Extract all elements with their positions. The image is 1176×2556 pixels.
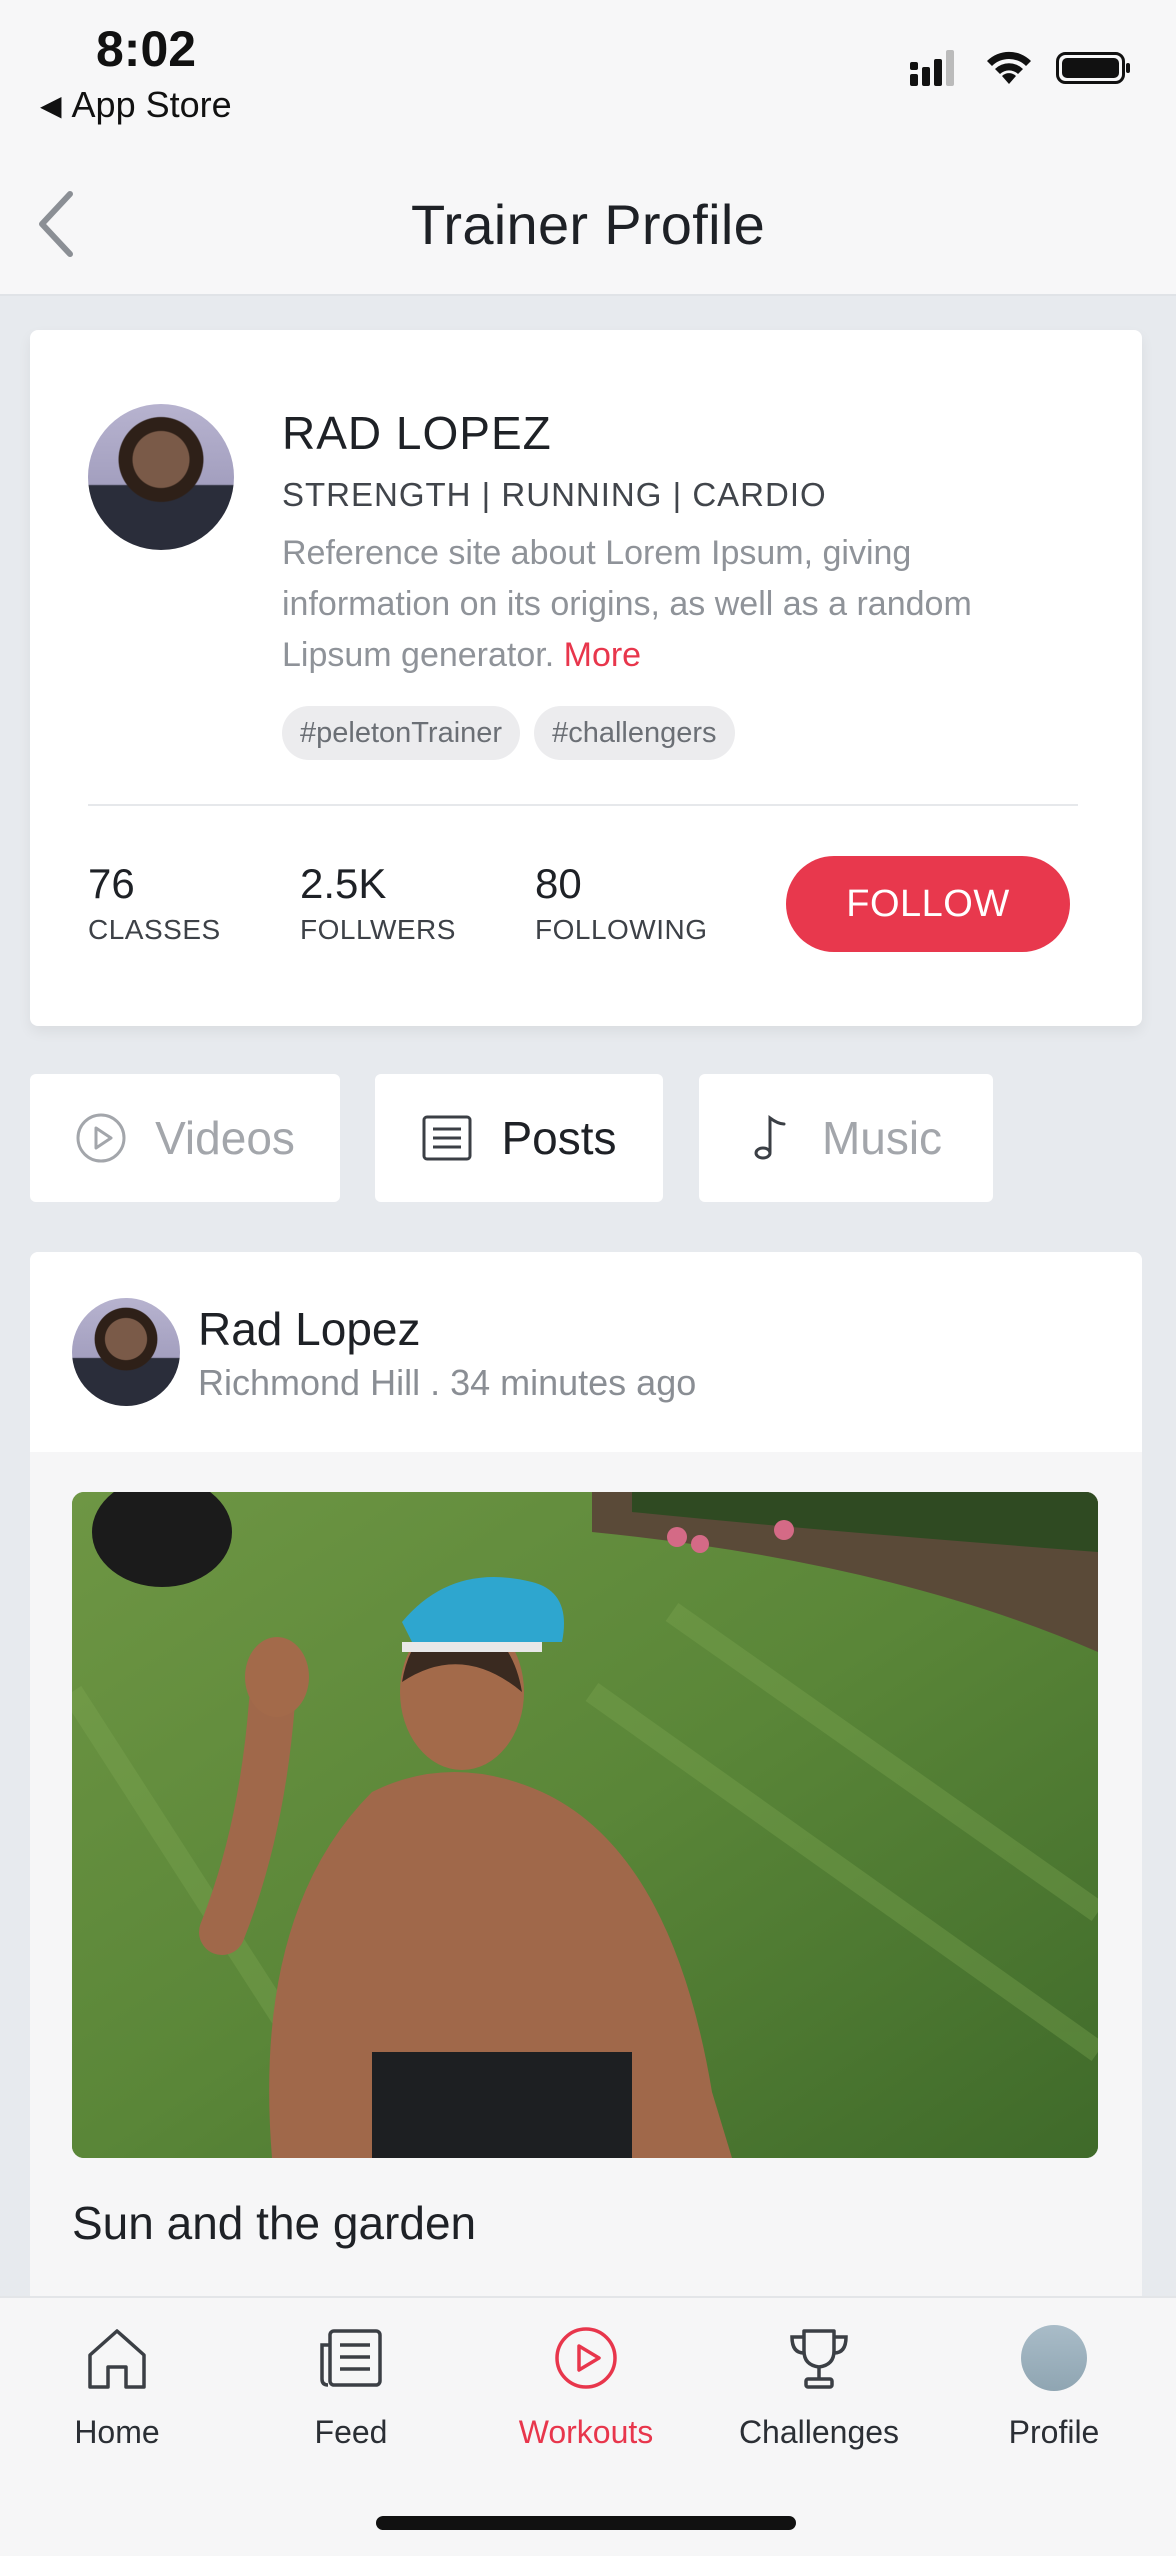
battery-icon bbox=[1056, 52, 1130, 84]
tab-label: Videos bbox=[155, 1112, 295, 1164]
trainer-disciplines: STRENGTH | RUNNING | CARDIO bbox=[282, 476, 827, 513]
stat-label: FOLLWERS bbox=[300, 914, 456, 945]
feed-icon bbox=[320, 2329, 382, 2387]
follow-button[interactable]: FOLLOW bbox=[786, 856, 1070, 952]
trainer-profile-card: RAD LOPEZ STRENGTH | RUNNING | CARDIO Re… bbox=[30, 330, 1142, 1026]
status-bar: 8:02 ◀ App Store bbox=[0, 0, 1176, 150]
trainer-name: RAD LOPEZ bbox=[282, 407, 552, 459]
wifi-icon bbox=[987, 51, 1031, 84]
trainer-bio: Reference site about Lorem Ipsum, giving… bbox=[282, 528, 1082, 681]
divider bbox=[88, 804, 1078, 806]
tab-posts[interactable]: Posts bbox=[375, 1074, 663, 1202]
tab-label: Posts bbox=[501, 1112, 617, 1164]
post-meta: Richmond Hill . 34 minutes ago bbox=[198, 1362, 697, 1403]
nav-home[interactable]: Home bbox=[17, 2318, 217, 2451]
post-header: Rad Lopez Richmond Hill . 34 minutes ago bbox=[30, 1252, 1142, 1452]
nav-label: Feed bbox=[314, 2414, 388, 2450]
post-photo bbox=[72, 1492, 1098, 2158]
nav-profile[interactable]: Profile bbox=[954, 2318, 1154, 2451]
nav-label: Workouts bbox=[518, 2414, 654, 2450]
stat-label: FOLLOWING bbox=[535, 914, 708, 945]
nav-workouts[interactable]: Workouts bbox=[486, 2318, 686, 2451]
post-author[interactable]: Rad Lopez bbox=[198, 1302, 421, 1356]
page-title: Trainer Profile bbox=[410, 193, 766, 256]
nav-challenges[interactable]: Challenges bbox=[719, 2318, 919, 2451]
trainer-avatar bbox=[88, 404, 234, 550]
home-icon bbox=[88, 2329, 146, 2389]
cellular-signal-icon bbox=[910, 50, 954, 86]
hashtag-list: #peletonTrainer #challengers bbox=[282, 706, 735, 760]
trophy-icon bbox=[790, 2329, 848, 2389]
stat-value: 80 bbox=[535, 860, 582, 907]
hashtag-chip[interactable]: #challengers bbox=[534, 706, 735, 760]
nav-label: Profile bbox=[1008, 2414, 1100, 2450]
play-circle-icon bbox=[555, 2327, 617, 2389]
tab-music[interactable]: Music bbox=[699, 1074, 993, 1202]
nav-label: Challenges bbox=[738, 2414, 900, 2450]
stat-following[interactable]: 80 FOLLOWING bbox=[535, 860, 708, 946]
document-icon bbox=[422, 1115, 472, 1161]
post-title: Sun and the garden bbox=[72, 2197, 477, 2249]
avatar-icon bbox=[1021, 2325, 1087, 2391]
post-author-avatar[interactable] bbox=[72, 1298, 180, 1406]
stat-followers[interactable]: 2.5K FOLLWERS bbox=[300, 860, 456, 946]
back-triangle-icon: ◀ bbox=[40, 89, 62, 121]
stat-value: 76 bbox=[88, 860, 135, 907]
status-icons bbox=[910, 50, 1132, 86]
stat-value: 2.5K bbox=[300, 860, 387, 907]
music-note-icon bbox=[754, 1115, 786, 1160]
post-image[interactable] bbox=[72, 1492, 1098, 2158]
hashtag-chip[interactable]: #peletonTrainer bbox=[282, 706, 521, 760]
nav-label: Home bbox=[74, 2414, 160, 2450]
tab-videos[interactable]: Videos bbox=[30, 1074, 340, 1202]
nav-header: Trainer Profile bbox=[0, 150, 1176, 296]
play-circle-icon bbox=[76, 1113, 126, 1163]
home-indicator bbox=[376, 2516, 796, 2530]
stat-label: CLASSES bbox=[88, 914, 221, 945]
tab-label: Music bbox=[821, 1112, 943, 1164]
nav-feed[interactable]: Feed bbox=[251, 2318, 451, 2451]
stat-classes[interactable]: 76 CLASSES bbox=[88, 860, 221, 946]
more-link[interactable]: More bbox=[564, 636, 641, 674]
app-store-back-link[interactable]: ◀ App Store bbox=[40, 84, 232, 126]
status-time: 8:02 bbox=[96, 21, 197, 77]
app-store-label: App Store bbox=[71, 84, 232, 125]
